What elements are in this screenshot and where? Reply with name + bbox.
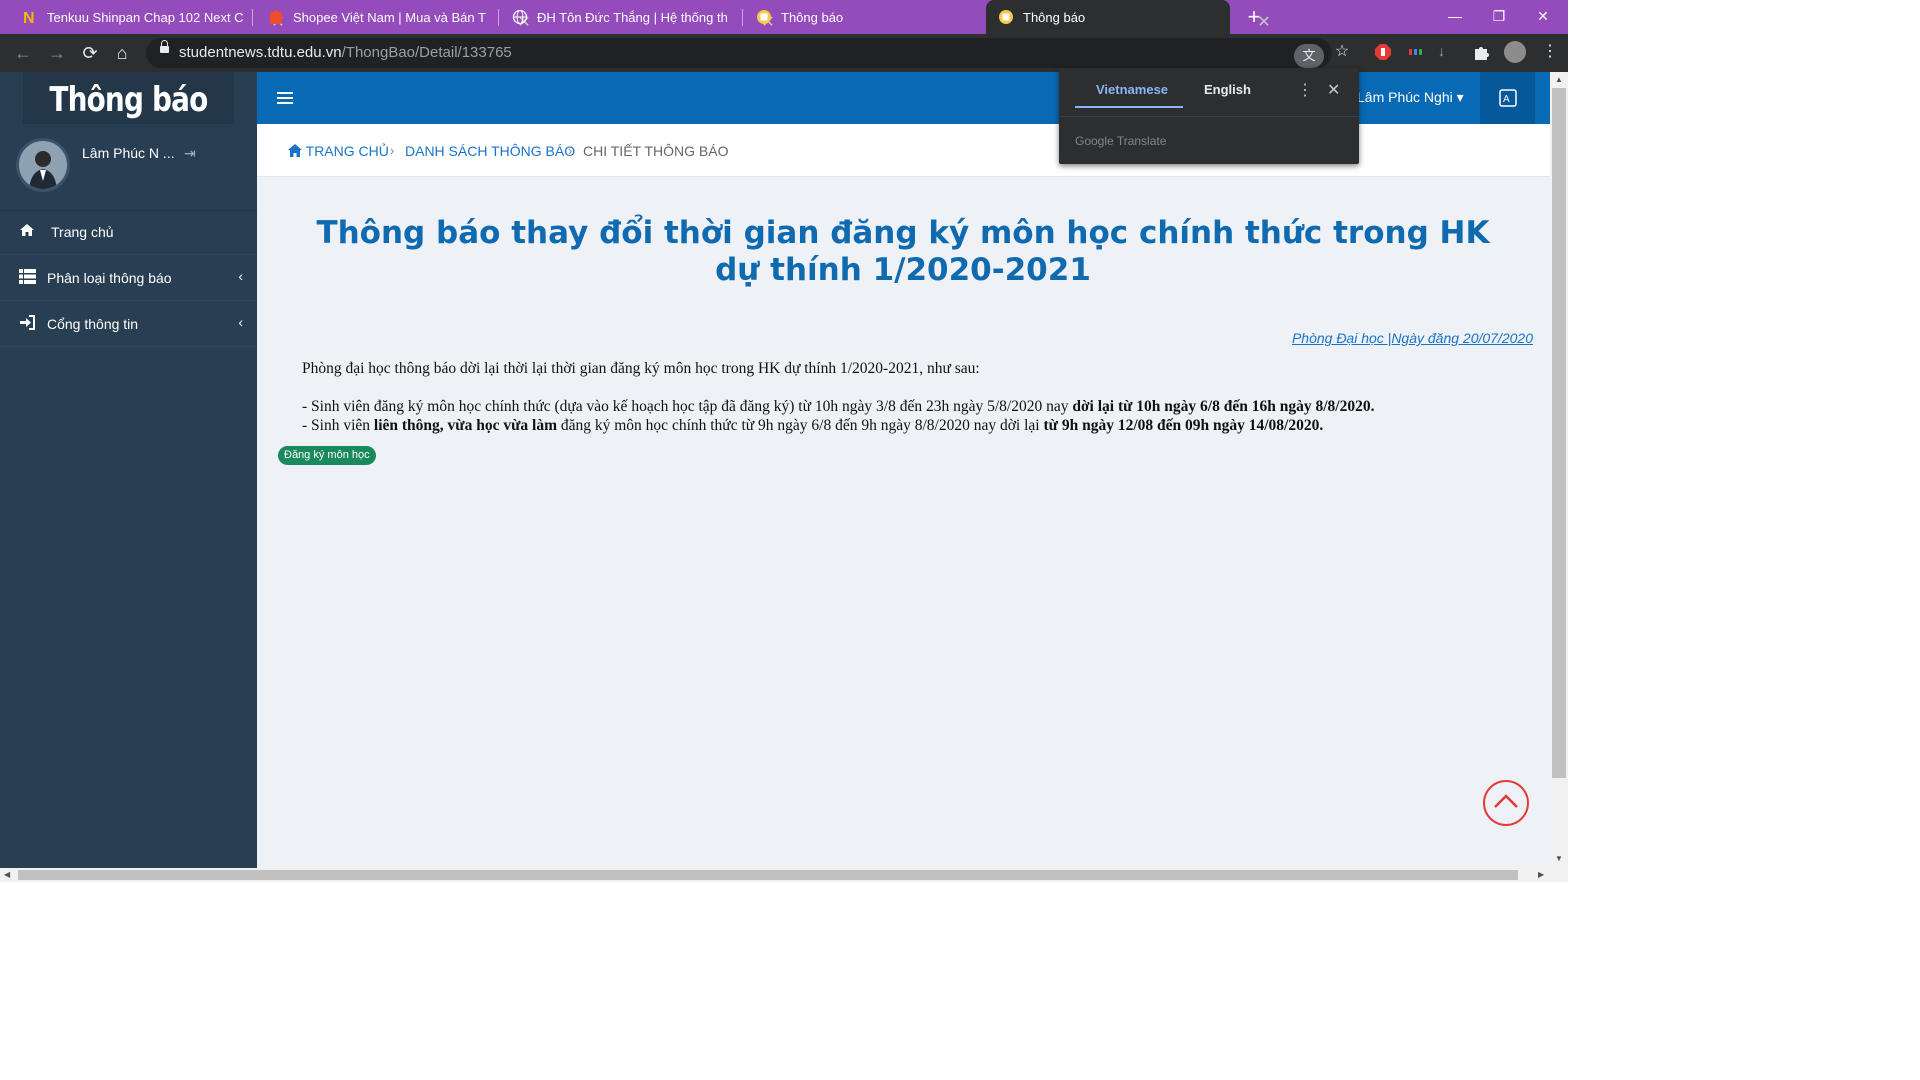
scroll-to-top-button[interactable] [1483, 780, 1529, 826]
tab-title: Shopee Việt Nam | Mua và Bán T [293, 9, 486, 25]
sidebar: Thông báo Lâm Phúc N ... ⇥ Trang chủ Phâ… [0, 72, 257, 868]
sidebar-item-label: Trang chủ [51, 224, 114, 240]
extension-icon[interactable] [1406, 43, 1424, 61]
back-button[interactable]: ← [10, 40, 36, 66]
article-body: Phòng đại học thông báo dời lại thời lại… [302, 359, 1522, 435]
bookmark-star-icon[interactable]: ☆ [1326, 37, 1358, 67]
scroll-down-arrow[interactable]: ▼ [1555, 854, 1563, 863]
language-icon[interactable]: A [1480, 72, 1535, 124]
sidebar-item-portal[interactable]: Cổng thông tin ‹ [0, 302, 257, 347]
vertical-scrollbar[interactable]: ▲ ▼ [1550, 72, 1568, 868]
sidebar-item-label: Phân loại thông báo [47, 270, 172, 286]
horizontal-scrollbar[interactable]: ◀ ▶ [0, 868, 1568, 882]
shopee-icon [268, 9, 284, 25]
scroll-up-arrow[interactable]: ▲ [1555, 75, 1563, 84]
profile-avatar[interactable] [1504, 41, 1526, 63]
logout-icon[interactable]: ⇥ [184, 145, 196, 162]
browser-tab-2[interactable]: Shopee Việt Nam | Mua và Bán T ✕ [246, 0, 531, 34]
article-meta[interactable]: Phòng Đại học |Ngày đăng 20/07/2020 [1292, 330, 1533, 346]
translate-target-language[interactable]: English [1204, 82, 1251, 97]
browser-menu-icon[interactable]: ⋮ [1534, 37, 1566, 67]
puzzle-extensions-icon[interactable] [1472, 43, 1490, 61]
chevron-up-icon [1494, 794, 1518, 808]
vertical-scroll-thumb[interactable] [1552, 88, 1566, 778]
main-content: Thông báo thay đổi thời gian đăng ký môn… [257, 177, 1550, 868]
sidebar-item-categories[interactable]: Phân loại thông báo ‹ [0, 256, 257, 301]
tab-strip: N Tenkuu Shinpan Chap 102 Next C ✕ Shope… [0, 0, 1568, 34]
new-tab-button[interactable]: + [1242, 4, 1266, 30]
chevron-left-icon: ‹ [238, 268, 243, 284]
lock-icon [160, 40, 169, 53]
n-logo-icon: N [22, 9, 38, 25]
notice-favicon-icon [998, 9, 1014, 25]
tab-title: Thông báo [781, 9, 844, 25]
browser-toolbar: ← → ⟳ ⌂ studentnews.tdtu.edu.vn/ThongBao… [0, 34, 1568, 72]
download-icon[interactable]: ↓ [1438, 43, 1456, 61]
forward-button[interactable]: → [44, 40, 70, 66]
breadcrumb-current: CHI TIẾT THÔNG BÁO [583, 143, 729, 159]
translate-source-language[interactable]: Vietnamese [1096, 82, 1168, 97]
home-icon [19, 223, 37, 241]
header-user-menu[interactable]: Lâm Phúc Nghi ▾ [1357, 89, 1464, 106]
restore-button[interactable]: ❐ [1476, 0, 1522, 34]
close-icon[interactable]: ✕ [1327, 80, 1340, 100]
category-tag[interactable]: Đăng ký môn học [278, 446, 376, 465]
adblock-extension-icon[interactable] [1374, 43, 1392, 61]
sidebar-item-home[interactable]: Trang chủ [0, 210, 257, 255]
sidebar-user-panel: Lâm Phúc N ... ⇥ [0, 124, 257, 211]
tab-title: Tenkuu Shinpan Chap 102 Next C [47, 9, 244, 25]
breadcrumb-separator: › [390, 143, 395, 158]
url-text: studentnews.tdtu.edu.vn/ThongBao/Detail/… [179, 44, 512, 61]
globe-icon [512, 9, 528, 25]
article-line-1: - Sinh viên đăng ký môn học chính thức (… [302, 398, 1375, 415]
translate-popup: Vietnamese English ⋮ ✕ Google Translate [1059, 68, 1359, 164]
horizontal-scroll-thumb[interactable] [18, 870, 1518, 880]
translate-brand: Google Translate [1075, 134, 1167, 148]
sign-in-icon [19, 315, 37, 333]
browser-tab-5-active[interactable]: Thông báo ✕ [986, 0, 1271, 34]
reload-button[interactable]: ⟳ [77, 40, 103, 66]
breadcrumb-list[interactable]: DANH SÁCH THÔNG BÁO [405, 143, 575, 159]
home-icon [288, 144, 302, 157]
scroll-left-arrow[interactable]: ◀ [4, 870, 10, 879]
breadcrumb-separator: › [568, 143, 573, 158]
svg-text:N: N [23, 10, 35, 25]
list-icon [19, 269, 37, 287]
tab-title: ĐH Tôn Đức Thắng | Hệ thống th [537, 9, 728, 25]
notice-favicon-icon [756, 9, 772, 25]
breadcrumb-home[interactable]: TRANG CHỦ [288, 143, 389, 159]
tab-title: Thông báo [1023, 9, 1086, 25]
minimize-button[interactable]: — [1432, 0, 1478, 34]
translate-icon[interactable]: 文 [1294, 44, 1324, 68]
menu-toggle-icon[interactable] [277, 92, 293, 104]
article-line-2: - Sinh viên liên thông, vừa học vừa làm … [302, 417, 1324, 434]
browser-tab-1[interactable]: N Tenkuu Shinpan Chap 102 Next C ✕ [0, 0, 285, 34]
sidebar-user-name: Lâm Phúc N ... [82, 145, 175, 161]
chevron-left-icon: ‹ [238, 314, 243, 330]
svg-text:A: A [1503, 94, 1510, 105]
window-close-button[interactable]: ✕ [1520, 0, 1566, 34]
browser-tab-4[interactable]: Thông báo ✕ [734, 0, 1019, 34]
browser-tab-3[interactable]: ĐH Tôn Đức Thắng | Hệ thống th ✕ [490, 0, 775, 34]
address-bar[interactable]: studentnews.tdtu.edu.vn/ThongBao/Detail/… [146, 38, 1332, 68]
sidebar-item-label: Cổng thông tin [47, 316, 139, 332]
divider [1059, 116, 1359, 117]
page-title: Thông báo thay đổi thời gian đăng ký môn… [316, 215, 1490, 288]
more-options-icon[interactable]: ⋮ [1297, 80, 1313, 100]
scroll-right-arrow[interactable]: ▶ [1538, 870, 1544, 879]
article-intro: Phòng đại học thông báo dời lại thời lại… [302, 360, 980, 377]
sidebar-brand[interactable]: Thông báo [23, 72, 234, 124]
avatar [16, 138, 70, 192]
active-tab-indicator [1075, 106, 1183, 108]
home-button[interactable]: ⌂ [109, 40, 135, 66]
